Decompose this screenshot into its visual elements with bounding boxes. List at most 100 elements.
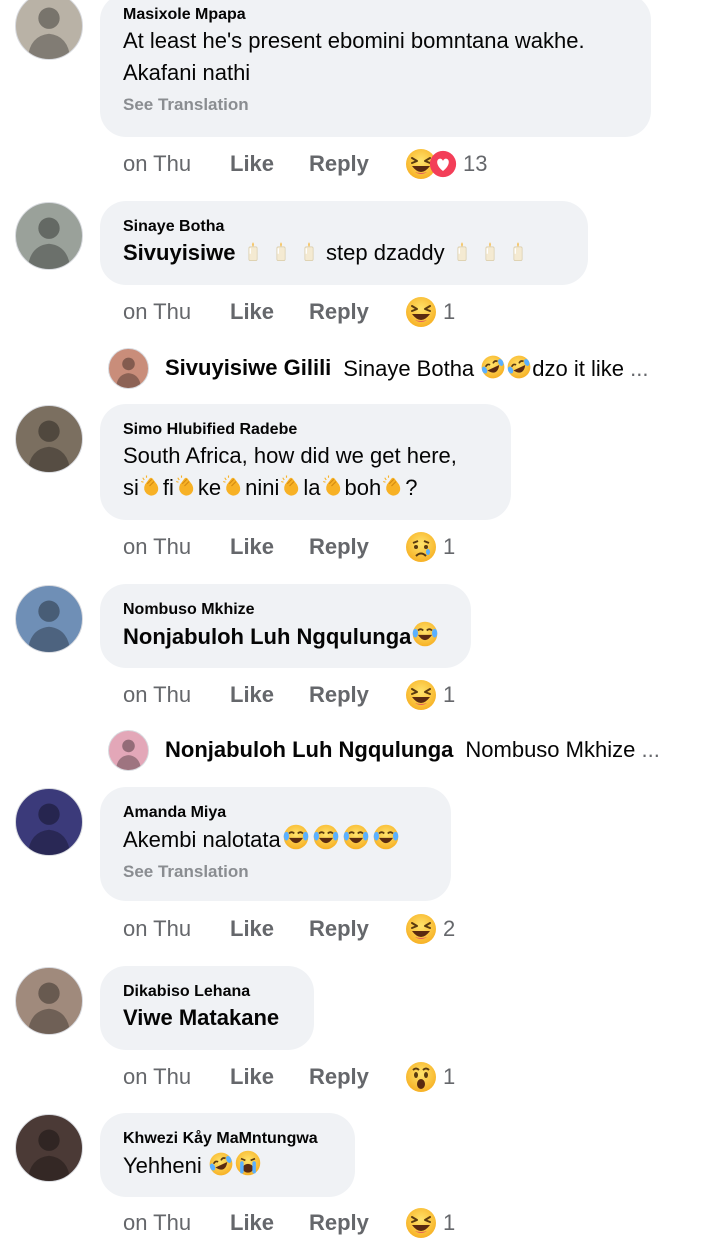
- comment-author[interactable]: Dikabiso Lehana: [123, 982, 292, 1002]
- comment-author[interactable]: Simo Hlubified Radebe: [123, 420, 489, 440]
- like-button[interactable]: Like: [230, 534, 309, 560]
- reaction-summary[interactable]: 1: [405, 1061, 455, 1093]
- reaction-summary[interactable]: 1: [405, 679, 455, 711]
- avatar[interactable]: [15, 585, 83, 653]
- timestamp[interactable]: on Thu: [123, 534, 230, 560]
- candle-icon: [270, 238, 292, 264]
- text-segment: la: [303, 475, 321, 500]
- comment-actions: on Thu Like Reply 1: [123, 295, 455, 329]
- ellipsis: ...: [630, 356, 649, 381]
- candle-icon: [451, 238, 473, 264]
- reply-author[interactable]: Sivuyisiwe Gilili: [165, 355, 331, 381]
- text-segment: Akembi nalotata: [123, 827, 281, 852]
- comment-text-line: South Africa, how did we get here,: [123, 443, 457, 468]
- comment-text-line: si fi ke nini la boh?: [123, 472, 489, 504]
- timestamp[interactable]: on Thu: [123, 1210, 230, 1236]
- timestamp[interactable]: on Thu: [123, 916, 230, 942]
- text-segment: Yehheni: [123, 1153, 202, 1178]
- reply-button[interactable]: Reply: [309, 916, 405, 942]
- reply-button[interactable]: Reply: [309, 1064, 405, 1090]
- loudly-crying-emoji-icon: [234, 1149, 262, 1177]
- comment-author[interactable]: Masixole Mpapa: [123, 5, 629, 25]
- like-button[interactable]: Like: [230, 916, 309, 942]
- reaction-count: 1: [443, 534, 456, 559]
- text-segment: si: [123, 475, 139, 500]
- reply-preview[interactable]: Nonjabuloh Luh Ngqulunga Nombuso Mkhize …: [108, 729, 660, 771]
- reply-button[interactable]: Reply: [309, 682, 405, 708]
- comment-text: Nonjabuloh Luh Ngqulunga: [123, 620, 449, 653]
- reply-text: Sinaye Botha dzo it like ...: [343, 354, 648, 382]
- mention-text: Nombuso Mkhize: [465, 737, 636, 762]
- comment-author[interactable]: Khwezi Kåy MaMntungwa: [123, 1129, 333, 1149]
- comment-text: Akembi nalotata: [123, 823, 429, 856]
- comment-actions: on Thu Like Reply 1: [123, 530, 455, 564]
- comment-bubble: Nombuso Mkhize Nonjabuloh Luh Ngqulunga: [100, 584, 471, 668]
- reply-button[interactable]: Reply: [309, 534, 405, 560]
- tears-of-joy-emoji-icon: [311, 823, 341, 851]
- avatar[interactable]: [15, 788, 83, 856]
- see-translation-link[interactable]: See Translation: [123, 860, 429, 884]
- clapping-hands-emoji-icon: [221, 473, 245, 499]
- comment-actions: on Thu Like Reply 1: [123, 1206, 455, 1240]
- reply-text: Nombuso Mkhize ...: [465, 737, 659, 763]
- comment-bubble: Amanda Miya Akembi nalotata See Translat…: [100, 787, 451, 901]
- laughing-squint-emoji-icon: [405, 913, 437, 945]
- see-translation-link[interactable]: See Translation: [123, 93, 629, 117]
- comment-text: Sivuyisiwe step dzaddy: [123, 237, 566, 269]
- clapping-hands-emoji-icon: [381, 473, 405, 499]
- reply-avatar[interactable]: [108, 347, 149, 389]
- sad-emoji-icon: [405, 531, 437, 563]
- text-segment: step dzaddy: [326, 240, 445, 265]
- reaction-summary[interactable]: 2: [405, 913, 455, 945]
- like-button[interactable]: Like: [230, 682, 309, 708]
- reply-avatar[interactable]: [108, 729, 149, 771]
- like-button[interactable]: Like: [230, 151, 309, 177]
- text-segment: dzo it like: [532, 356, 625, 381]
- avatar[interactable]: [15, 1114, 83, 1182]
- timestamp[interactable]: on Thu: [123, 682, 230, 708]
- laughing-squint-emoji-icon: [405, 1207, 437, 1239]
- timestamp[interactable]: on Thu: [123, 151, 230, 177]
- comment-actions: on Thu Like Reply 13: [123, 147, 487, 181]
- candle-icon: [507, 238, 529, 264]
- reaction-summary[interactable]: 1: [405, 531, 455, 563]
- avatar[interactable]: [15, 405, 83, 473]
- avatar[interactable]: [15, 967, 83, 1035]
- clapping-hands-emoji-icon: [174, 473, 198, 499]
- reply-button[interactable]: Reply: [309, 299, 405, 325]
- mention-text[interactable]: Nonjabuloh Luh Ngqulunga: [123, 624, 411, 649]
- reaction-summary[interactable]: 1: [405, 296, 455, 328]
- tears-of-joy-emoji-icon: [281, 823, 311, 851]
- comment-bubble: Dikabiso Lehana Viwe Matakane: [100, 966, 314, 1050]
- reaction-summary[interactable]: 13: [405, 148, 487, 180]
- candle-icon: [298, 238, 320, 264]
- laughing-squint-emoji-icon: [405, 296, 437, 328]
- rolling-laughing-emoji-icon: [480, 354, 506, 380]
- like-button[interactable]: Like: [230, 1064, 309, 1090]
- heart-reaction-icon: [429, 150, 457, 178]
- reaction-summary[interactable]: 1: [405, 1207, 455, 1239]
- rolling-laughing-emoji-icon: [506, 354, 532, 380]
- comment-actions: on Thu Like Reply 1: [123, 678, 455, 712]
- comment-author[interactable]: Sinaye Botha: [123, 217, 566, 237]
- reply-button[interactable]: Reply: [309, 1210, 405, 1236]
- mention-text[interactable]: Sivuyisiwe: [123, 240, 236, 265]
- mention-text[interactable]: Viwe Matakane: [123, 1002, 292, 1034]
- clapping-hands-emoji-icon: [321, 473, 345, 499]
- avatar[interactable]: [15, 202, 83, 270]
- like-button[interactable]: Like: [230, 1210, 309, 1236]
- rolling-laughing-emoji-icon: [208, 1151, 234, 1177]
- comment-author[interactable]: Nombuso Mkhize: [123, 600, 449, 620]
- reply-preview[interactable]: Sivuyisiwe Gilili Sinaye Botha dzo it li…: [108, 347, 648, 389]
- comment-author[interactable]: Amanda Miya: [123, 803, 429, 823]
- clapping-hands-emoji-icon: [279, 473, 303, 499]
- reply-author[interactable]: Nonjabuloh Luh Ngqulunga: [165, 737, 453, 763]
- timestamp[interactable]: on Thu: [123, 299, 230, 325]
- comment-actions: on Thu Like Reply 2: [123, 912, 455, 946]
- comment-bubble: Sinaye Botha Sivuyisiwe step dzaddy: [100, 201, 588, 285]
- timestamp[interactable]: on Thu: [123, 1064, 230, 1090]
- avatar[interactable]: [15, 0, 83, 60]
- like-button[interactable]: Like: [230, 299, 309, 325]
- reply-button[interactable]: Reply: [309, 151, 405, 177]
- text-segment: ?: [405, 475, 418, 500]
